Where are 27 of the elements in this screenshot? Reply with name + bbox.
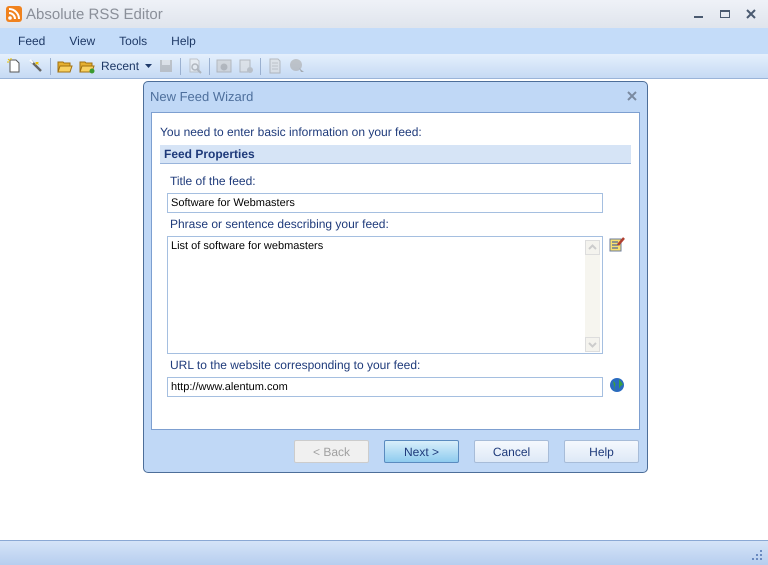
menu-item[interactable]: Feed — [6, 34, 58, 48]
rss-icon — [6, 6, 22, 22]
dialog-title: New Feed Wizard — [150, 88, 254, 104]
field-label: URL to the website corresponding to your feed: — [170, 358, 422, 372]
section-header: Feed Properties — [160, 145, 631, 164]
field-label: Phrase or sentence describing your feed: — [170, 217, 390, 231]
field-value: List of software for webmasters — [171, 240, 324, 254]
menu-item[interactable]: Help — [159, 34, 208, 48]
dropdown-caret-icon[interactable] — [145, 64, 152, 68]
intro-text: You need to enter basic information on your feed: — [160, 125, 423, 139]
new-document-icon[interactable] — [6, 58, 22, 74]
dialog-button[interactable]: Next > — [384, 440, 459, 463]
menu-item[interactable]: View — [57, 34, 108, 48]
maximize-icon[interactable] — [720, 9, 730, 19]
url-field[interactable]: http://www.alentum.com — [167, 377, 603, 397]
field-label: Title of the feed: — [170, 174, 257, 188]
input-field[interactable]: Software for Webmasters — [167, 193, 603, 213]
window-title: Absolute RSS Editor — [26, 6, 164, 22]
magic-wand-icon[interactable] — [28, 58, 44, 74]
text-area[interactable]: List of software for webmasters — [167, 236, 603, 354]
menu-item[interactable]: Tools — [107, 34, 160, 48]
dialog-button[interactable]: Help — [564, 440, 639, 463]
recent-button[interactable]: Recent — [101, 59, 140, 73]
dialog-button[interactable]: Cancel — [474, 440, 549, 463]
edit-note-icon[interactable] — [609, 236, 625, 252]
close-icon[interactable] — [746, 9, 756, 19]
resize-grip-icon — [752, 550, 762, 560]
